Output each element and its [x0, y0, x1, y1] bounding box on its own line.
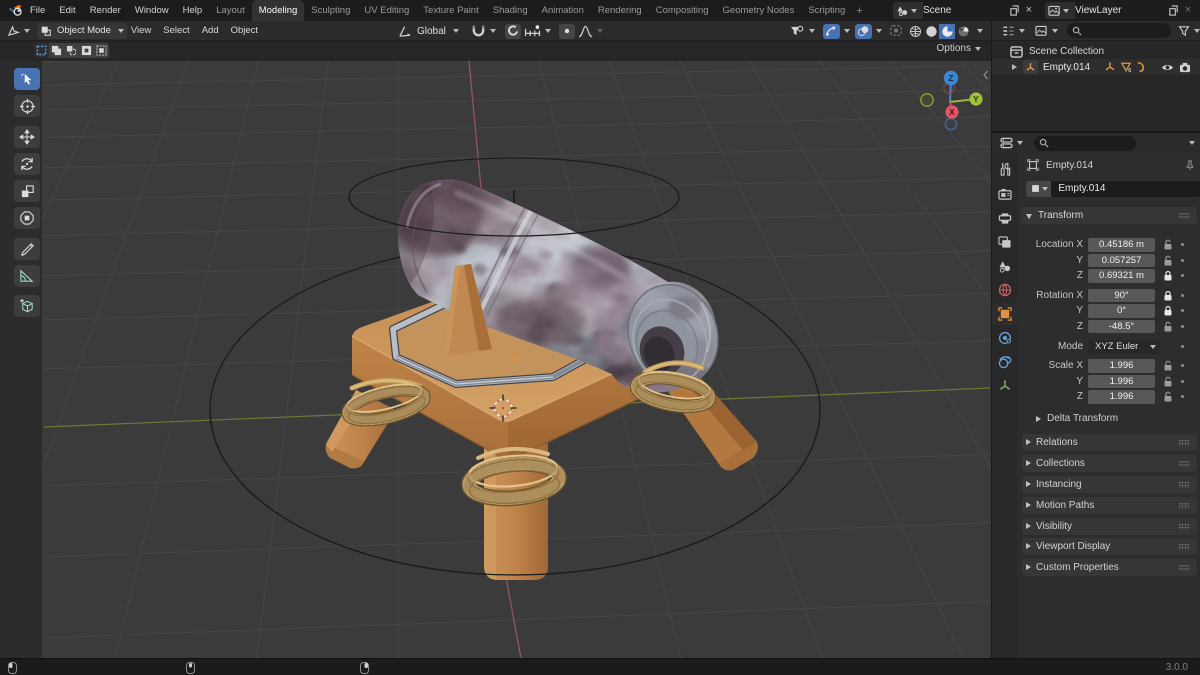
svg-text:Y: Y: [973, 94, 979, 104]
svg-text:Z: Z: [948, 73, 953, 83]
svg-text:6: 6: [1128, 68, 1131, 73]
svg-text:X: X: [949, 107, 955, 117]
